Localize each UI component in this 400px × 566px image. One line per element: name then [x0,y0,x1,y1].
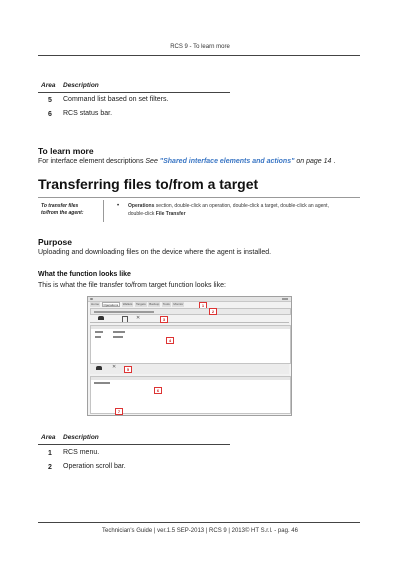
footer-rule [38,522,360,523]
screenshot-tab: Tools [161,302,171,307]
purpose-heading: Purpose [38,237,73,247]
table1-row-desc: Command list based on set filters. [63,96,169,103]
learn-more-suffix: . [331,158,336,165]
screenshot-toolbar: ✕ [90,315,289,324]
screenshot-breadcrumb [94,310,154,313]
purpose-text: Uploading and downloading files on the d… [38,249,272,256]
table1-area-header: Area [41,82,56,89]
footer-text: Technician's Guide | ver.1.5 SEP-2013 | … [102,528,298,534]
screenshot-tab: Operations [101,302,121,307]
screenshot-tab: Targets [134,302,147,307]
screenshot-breadcrumb-bar [90,308,291,315]
upper-list-row [113,336,123,338]
delete-icon: ✕ [112,364,117,370]
lower-list-row [94,382,110,384]
callout-3: 3 [160,316,168,323]
lower-list-header [91,377,290,380]
table1-rule [38,92,230,93]
toolbar-rule [90,322,289,323]
screenshot-tab: Monitor [172,302,185,307]
upper-list-row [113,331,125,333]
upper-list-row [95,336,101,338]
upload-icon [96,366,102,370]
callout-4: 4 [166,337,174,344]
close-icon: ✕ [136,315,141,321]
learn-more-text: For interface element descriptions See "… [38,158,335,165]
learn-more-prefix: For interface element descriptions [38,158,146,165]
shared-elements-link[interactable]: "Shared interface elements and actions" [160,158,295,165]
table2-row-desc: Operation scroll bar. [63,463,126,470]
table1-row-desc: RCS status bar. [63,110,113,117]
window-control-icon [90,297,93,300]
screenshot-tab: Backup [148,302,161,307]
screenshot-lower-toolbar: ✕ [90,364,289,374]
howto-line2-prefix: double-click [128,210,156,217]
table2-rule [38,444,230,445]
screenshot-tab: Wallets [121,302,134,307]
howto-text: Operations section, double-click an oper… [128,203,360,218]
callout-2: 2 [209,308,217,315]
learn-more-see: See [145,158,160,165]
howto-bullet: • [117,203,120,209]
howto-file-transfer: File Transfer [155,210,186,217]
howto-label-line1: To transfer files [41,203,79,209]
looks-text: This is what the file transfer to/from t… [38,282,226,289]
howto-operations: Operations [128,203,155,209]
callout-7: 7 [115,408,123,415]
table1-desc-header: Description [63,82,99,89]
table2-row-area: 2 [48,464,52,471]
screenshot-upper-list [90,325,291,364]
howto-line1: section, double-click an operation, doub… [154,203,329,209]
screenshot-tab-bar: Home Operations Wallets Targets Backup T… [90,302,289,307]
upper-list-header [91,326,290,329]
section-title: Transferring files to/from a target [38,176,259,192]
table1-row-area: 5 [48,97,52,104]
howto-top-rule [38,197,360,198]
howto-divider [103,200,104,222]
table2-row-area: 1 [48,450,52,457]
screenshot-tab: Home [90,302,101,307]
howto-label: To transfer files to/from the agent: [41,203,84,217]
file-transfer-screenshot: Home Operations Wallets Targets Backup T… [87,296,292,416]
table2-row-desc: RCS menu. [63,449,100,456]
table1-row-area: 6 [48,111,52,118]
upper-list-row [95,331,103,333]
download-icon [98,316,104,320]
table2-area-header: Area [41,434,56,441]
howto-label-line2: to/from the agent: [41,210,84,216]
header-rule [38,55,360,56]
running-header: RCS 9 - To learn more [170,44,230,50]
learn-more-page: on page 14 [294,158,332,165]
looks-heading: What the function looks like [38,271,131,278]
table2-desc-header: Description [63,434,99,441]
learn-more-heading: To learn more [38,146,94,156]
callout-6: 6 [154,387,162,394]
window-buttons-icon [282,297,288,300]
callout-5: 5 [124,366,132,373]
